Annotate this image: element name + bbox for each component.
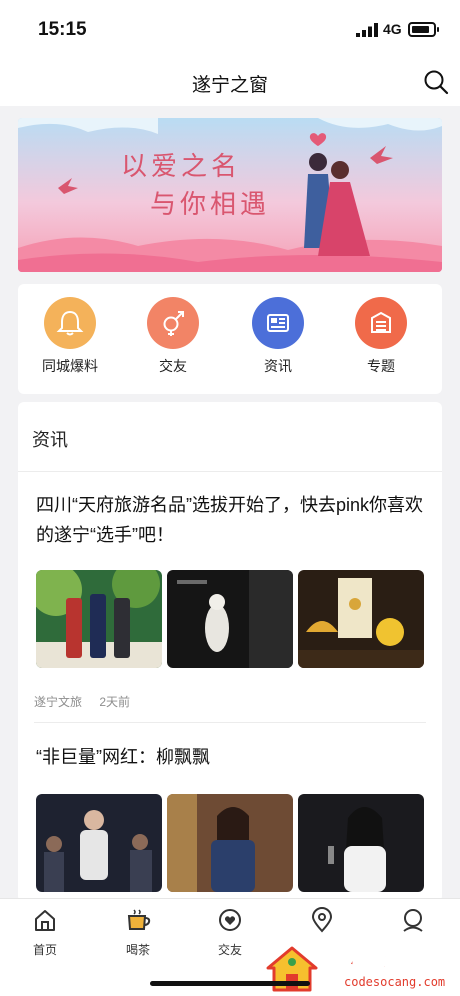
article-source: 遂宁文旅: [34, 695, 83, 709]
bell-icon: [44, 297, 96, 349]
tea-cup-icon: [127, 909, 151, 930]
quick-nav-label: 专题: [367, 358, 395, 374]
profile-icon: [403, 909, 423, 932]
battery-icon: [408, 22, 439, 37]
banner-line-2: 与你相遇: [150, 190, 271, 220]
article-thumbnail[interactable]: [298, 794, 424, 892]
quick-nav-label: 同城爆料: [42, 358, 98, 374]
signal-icon: [356, 23, 378, 37]
tab-profile[interactable]: [378, 907, 448, 941]
status-time: 15:15: [38, 19, 87, 40]
article-time: 2天前: [99, 695, 131, 709]
home-icon: [35, 910, 55, 931]
quick-nav-topics[interactable]: 专题: [346, 297, 416, 376]
news-icon: [252, 297, 304, 349]
status-bar: 15:15 4G: [0, 0, 460, 58]
page-title: 遂宁之窗: [191, 75, 268, 96]
tab-label: 交友: [217, 943, 242, 957]
watermark-title: 源码搜藏网: [324, 951, 449, 979]
tab-location[interactable]: [287, 907, 357, 941]
location-icon: [311, 907, 333, 933]
quick-nav-label: 资讯: [264, 358, 292, 374]
news-section: 资讯 四川“天府旅游名品”选拔开始了，快去pink你喜欢的遂宁“选手”吧！ 遂宁…: [18, 402, 442, 902]
article-headline[interactable]: 四川“天府旅游名品”选拔开始了，快去pink你喜欢的遂宁“选手”吧！: [36, 490, 428, 550]
quick-nav: 同城爆料 交友 资讯 专题: [18, 284, 442, 394]
house-logo-icon: [266, 946, 318, 992]
tab-label: 喝茶: [125, 943, 150, 957]
watermark: 源码搜藏网 codesocang.com: [262, 942, 458, 994]
divider: [34, 722, 426, 723]
tab-home[interactable]: 首页: [10, 907, 80, 958]
divider: [18, 471, 442, 472]
promo-banner[interactable]: 以爱之名 与你相遇: [18, 118, 442, 272]
heart-chat-icon: [219, 909, 241, 931]
article-thumbnail[interactable]: [298, 570, 424, 668]
article-thumbnail[interactable]: [167, 570, 293, 668]
network-type: 4G: [383, 21, 402, 37]
quick-nav-local-news[interactable]: 同城爆料: [35, 297, 105, 376]
section-title: 资讯: [32, 430, 68, 450]
tab-tea[interactable]: 喝茶: [103, 907, 173, 958]
home-indicator: [150, 981, 310, 986]
article-thumbnail[interactable]: [167, 794, 293, 892]
nav-bar: 遂宁之窗: [0, 58, 460, 106]
article-meta: 遂宁文旅 2天前: [34, 693, 130, 710]
quick-nav-label: 交友: [159, 358, 187, 374]
gender-icon: [147, 297, 199, 349]
article-thumbnail[interactable]: [36, 794, 162, 892]
quick-nav-info[interactable]: 资讯: [243, 297, 313, 376]
watermark-subtitle: codesocang.com: [344, 975, 446, 989]
tab-label: 首页: [32, 943, 57, 957]
article-thumbnail[interactable]: [36, 570, 162, 668]
tab-dating[interactable]: 交友: [195, 907, 265, 958]
topic-icon: [355, 297, 407, 349]
quick-nav-dating[interactable]: 交友: [138, 297, 208, 376]
banner-line-1: 以爱之名: [121, 152, 242, 182]
search-icon[interactable]: [422, 68, 450, 96]
article-headline[interactable]: “非巨量”网红：柳飘飘: [36, 743, 210, 769]
